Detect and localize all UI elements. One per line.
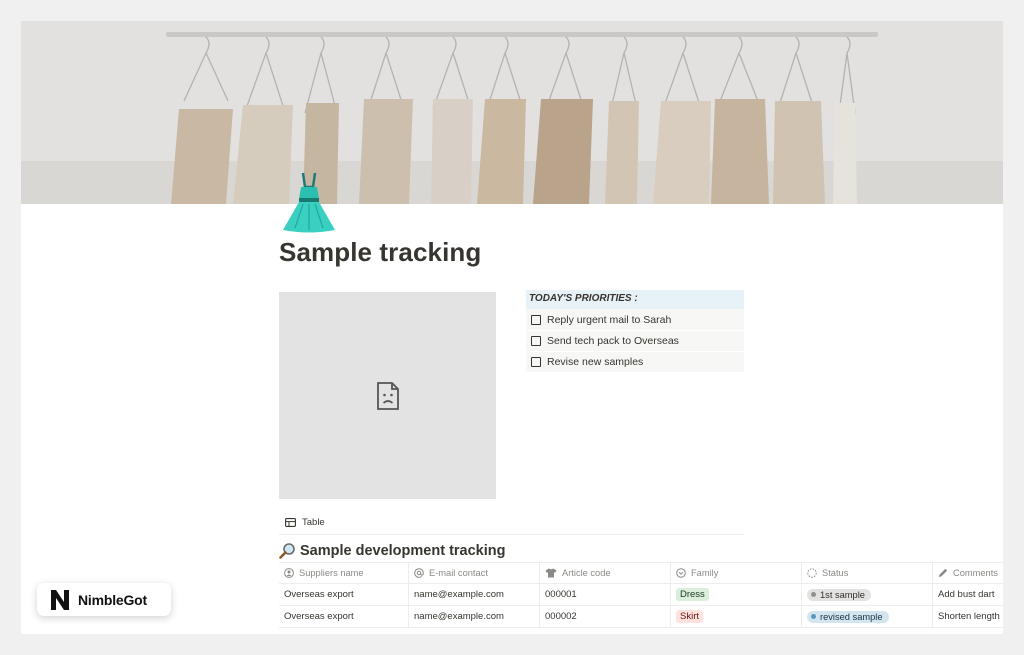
- cell-article-code[interactable]: 000002: [540, 606, 671, 627]
- person-icon: [284, 568, 294, 578]
- todo-checkbox[interactable]: [531, 314, 541, 325]
- todo-item[interactable]: Reply urgent mail to Sarah: [526, 309, 744, 330]
- todo-checkbox[interactable]: [531, 336, 541, 346]
- table-row[interactable]: Overseas export name@example.com 000001 …: [279, 584, 1003, 606]
- table-header-row: Suppliers name E-mail contact Article co…: [279, 562, 1003, 584]
- broken-image-icon: [376, 381, 399, 410]
- column-header[interactable]: Suppliers name: [279, 563, 409, 583]
- cell-status[interactable]: 1st sample: [802, 584, 933, 605]
- database-title-text: Sample development tracking: [300, 542, 506, 559]
- column-header[interactable]: Comments: [933, 563, 1003, 583]
- todo-checkbox[interactable]: [531, 357, 541, 367]
- todo-label[interactable]: Send tech pack to Overseas: [547, 335, 679, 347]
- cell-article-code[interactable]: 000001: [540, 584, 671, 605]
- broken-image-placeholder[interactable]: [279, 292, 496, 499]
- cell-email[interactable]: name@example.com: [409, 584, 540, 605]
- table-icon: [285, 518, 296, 527]
- cell-comments[interactable]: Add bust dart: [933, 584, 1003, 605]
- pencil-icon: [938, 568, 948, 578]
- cell-status[interactable]: revised sample: [802, 606, 933, 627]
- column-header[interactable]: E-mail contact: [409, 563, 540, 583]
- cell-supplier[interactable]: Overseas export: [279, 584, 409, 605]
- dress-emoji-icon[interactable]: [279, 171, 339, 233]
- status-badge: 1st sample: [807, 588, 871, 601]
- status-badge: revised sample: [807, 610, 889, 623]
- select-icon: [676, 568, 686, 578]
- tab-label: Table: [302, 517, 325, 528]
- brand-name: NimbleGot: [78, 591, 147, 608]
- magnifier-icon: [279, 542, 296, 559]
- todo-item[interactable]: Send tech pack to Overseas: [526, 330, 744, 351]
- status-icon: [807, 568, 817, 578]
- notion-page: Sample tracking TODAY'S PRIORITIES : Rep…: [21, 21, 1003, 634]
- family-tag: Skirt: [676, 610, 703, 623]
- cover-image[interactable]: [21, 21, 1003, 204]
- clothing-rack-illustration: [21, 21, 1003, 204]
- database-table: Suppliers name E-mail contact Article co…: [279, 562, 1003, 628]
- todo-label[interactable]: Revise new samples: [547, 356, 643, 368]
- database-title[interactable]: Sample development tracking: [279, 542, 505, 559]
- todo-item[interactable]: Revise new samples: [526, 351, 744, 372]
- page-title[interactable]: Sample tracking: [279, 237, 481, 268]
- column-header[interactable]: Status: [802, 563, 933, 583]
- cell-comments[interactable]: Shorten length: [933, 606, 1003, 627]
- divider: [279, 534, 744, 535]
- priorities-callout: TODAY'S PRIORITIES : Reply urgent mail t…: [526, 290, 744, 372]
- status-dot: [811, 592, 816, 597]
- shirt-icon: [545, 568, 557, 578]
- family-tag: Dress: [676, 588, 709, 601]
- priorities-header: TODAY'S PRIORITIES :: [526, 290, 744, 309]
- column-header[interactable]: Family: [671, 563, 802, 583]
- status-dot: [811, 614, 816, 619]
- todo-label[interactable]: Reply urgent mail to Sarah: [547, 314, 671, 326]
- cell-supplier[interactable]: Overseas export: [279, 606, 409, 627]
- cell-family[interactable]: Skirt: [671, 606, 802, 627]
- brand-badge[interactable]: NimbleGot: [37, 583, 171, 616]
- nimblegot-logo-icon: [48, 588, 72, 612]
- cell-family[interactable]: Dress: [671, 584, 802, 605]
- table-row[interactable]: Overseas export name@example.com 000002 …: [279, 606, 1003, 628]
- column-header[interactable]: Article code: [540, 563, 671, 583]
- cell-email[interactable]: name@example.com: [409, 606, 540, 627]
- at-sign-icon: [414, 568, 424, 578]
- tab-table-view[interactable]: Table: [285, 517, 325, 528]
